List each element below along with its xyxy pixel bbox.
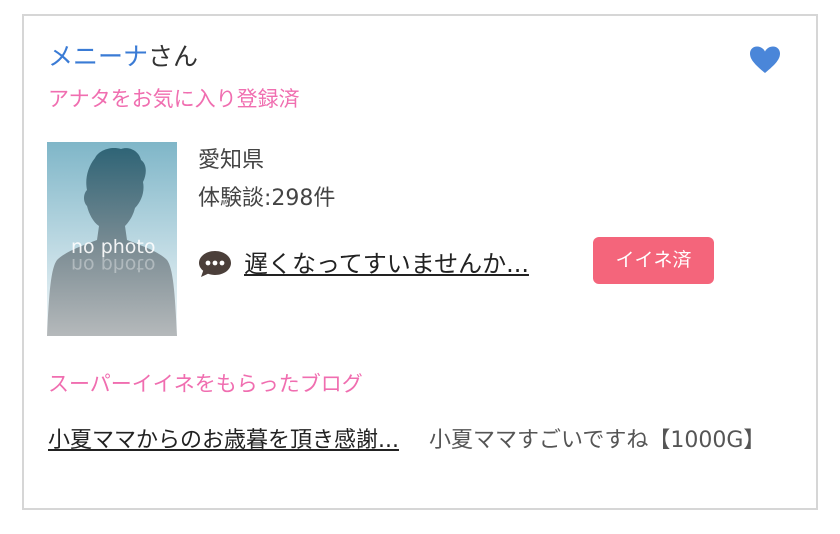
speech-bubble-icon [199,251,231,277]
member-review-count: 体験談:298件 [198,186,336,211]
heart-icon[interactable] [748,43,782,77]
iine-done-badge[interactable]: イイネ済 [593,237,714,284]
favorite-status-text: アナタをお気に入り登録済 [48,87,300,111]
member-card: メニーナさん アナタをお気に入り登録済 no photo no photo 愛知… [22,14,818,510]
comment-link[interactable]: 遅くなってすいませんか... [244,248,529,280]
blog-excerpt: 小夏ママすごいですね【1000G】 [429,428,766,453]
blog-title-link[interactable]: 小夏ママからのお歳暮を頂き感謝... [48,424,420,458]
super-iine-blog-heading: スーパーイイネをもらったブログ [48,372,363,396]
member-name-link[interactable]: メニーナ [48,42,148,71]
member-name-row: メニーナさん [48,42,198,72]
member-name-honorific: さん [148,42,199,71]
no-photo-reflection: no photo [71,254,156,276]
member-prefecture: 愛知県 [198,148,265,173]
